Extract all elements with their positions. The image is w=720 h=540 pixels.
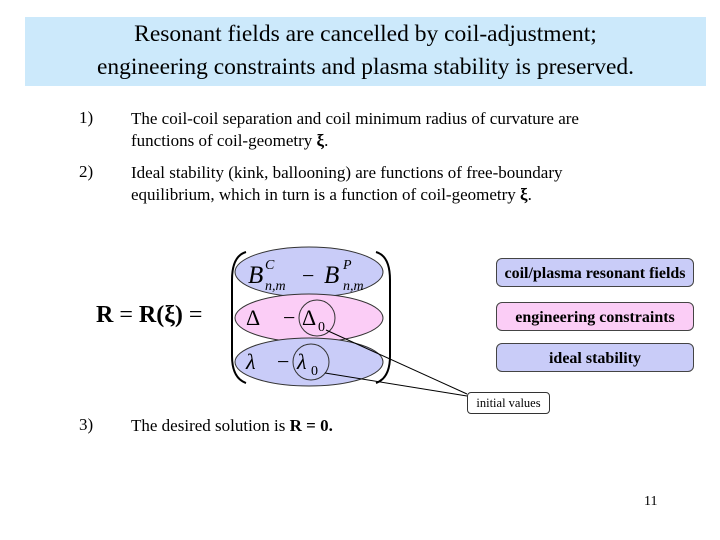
minus-op: − — [302, 263, 314, 288]
b-coil-sub: n,m — [265, 279, 286, 294]
equals-sign: = — [182, 302, 203, 328]
item-line-text: The desired solution is — [131, 416, 290, 435]
item-text: The desired solution is R = 0. — [131, 415, 691, 437]
label-resonant-fields: coil/plasma resonant fields — [496, 258, 694, 287]
b-plasma-sup: P — [342, 258, 352, 273]
minus-op: − — [277, 349, 289, 374]
b-plasma: B — [324, 262, 339, 289]
item-number: 3) — [79, 415, 94, 434]
lambda0: λ — [296, 349, 307, 374]
lambda0-sub: 0 — [311, 364, 318, 379]
label-engineering-constraints: engineering constraints — [496, 302, 694, 331]
b-coil: B — [248, 262, 263, 289]
delta0: Δ — [302, 305, 316, 330]
page-number: 11 — [644, 494, 658, 509]
delta0-sub: 0 — [318, 320, 325, 335]
label-ideal-stability: ideal stability — [496, 343, 694, 372]
r-of-xi: R(ξ) — [138, 302, 183, 328]
b-plasma-sub: n,m — [343, 279, 364, 294]
equation-lhs: R = R(ξ) = — [96, 302, 202, 329]
equals-sign: = — [113, 302, 139, 328]
b-coil-sup: C — [265, 258, 275, 273]
initial-values-callout: initial values — [467, 392, 550, 414]
r-equals-zero: R = 0. — [289, 416, 333, 435]
delta: Δ — [246, 305, 260, 330]
minus-op: − — [283, 305, 295, 330]
lambda: λ — [245, 349, 256, 374]
r-symbol: R — [96, 302, 114, 328]
